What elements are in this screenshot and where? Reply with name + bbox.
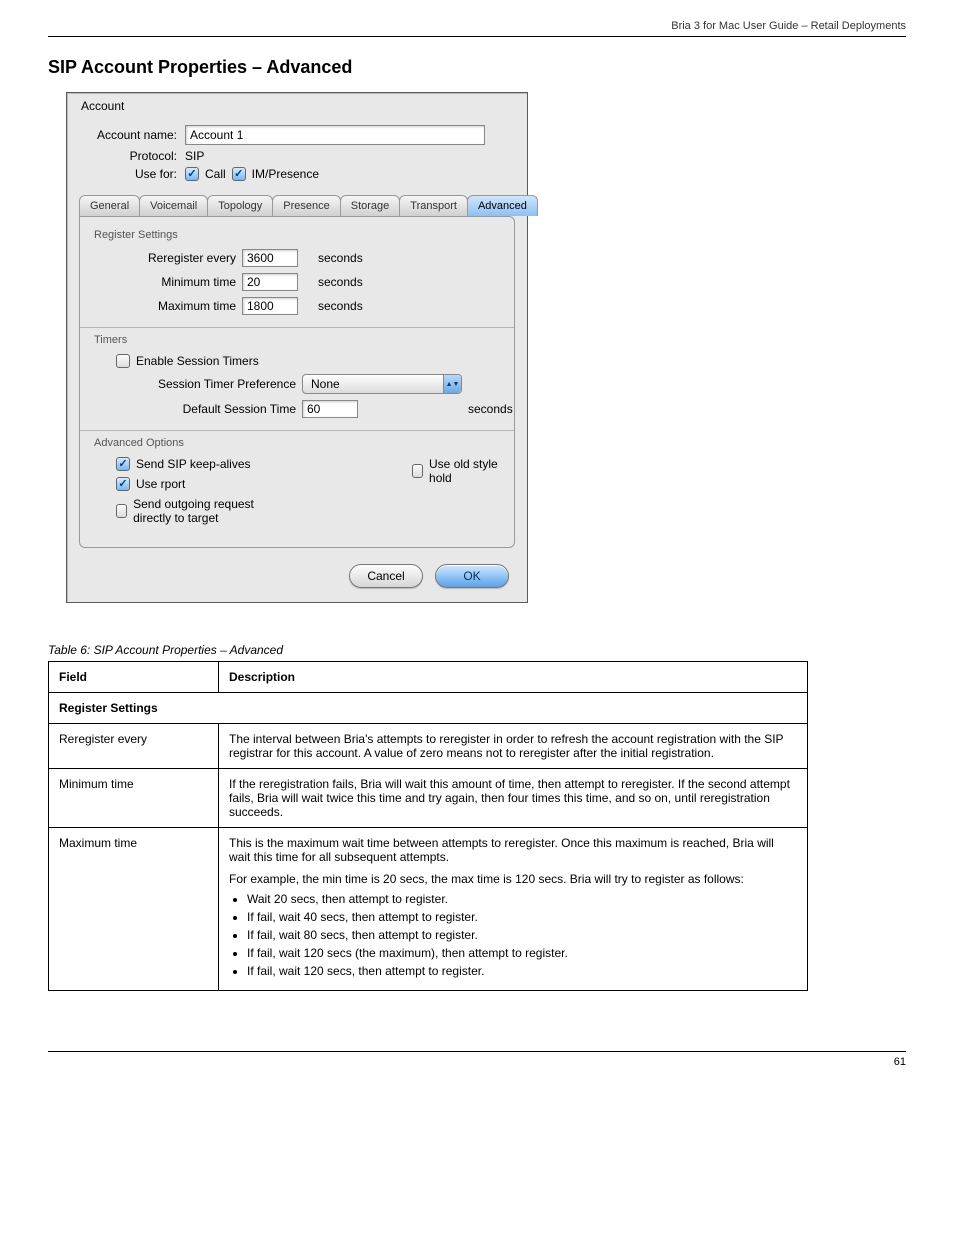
- max-time-unit: seconds: [318, 299, 500, 313]
- table-desc: This is the maximum wait time between at…: [219, 828, 808, 991]
- tab-topology[interactable]: Topology: [207, 195, 273, 216]
- page-number: 61: [48, 1051, 906, 1068]
- direct-checkbox[interactable]: [116, 504, 127, 518]
- default-session-time-label: Default Session Time: [116, 402, 296, 416]
- reregister-unit: seconds: [318, 251, 500, 265]
- tabbar: General Voicemail Topology Presence Stor…: [79, 195, 515, 216]
- table-desc: The interval between Bria's attempts to …: [219, 724, 808, 769]
- cancel-button[interactable]: Cancel: [349, 564, 423, 588]
- default-session-time-unit: seconds: [468, 402, 513, 416]
- min-time-input[interactable]: [242, 273, 298, 291]
- reregister-input[interactable]: [242, 249, 298, 267]
- dialog-title: Account: [67, 93, 527, 115]
- oldhold-label: Use old style hold: [429, 457, 500, 485]
- maxtime-intro: This is the maximum wait time between at…: [229, 836, 797, 864]
- advanced-options-heading: Advanced Options: [94, 437, 500, 449]
- usefor-call-checkbox[interactable]: [185, 167, 199, 181]
- table-field: Minimum time: [49, 769, 219, 828]
- tab-general[interactable]: General: [79, 195, 140, 216]
- table-caption: Table 6: SIP Account Properties – Advanc…: [48, 643, 808, 661]
- table-field: Maximum time: [49, 828, 219, 991]
- table-section-cell: Register Settings: [49, 693, 808, 724]
- rport-label: Use rport: [136, 477, 185, 491]
- timers-heading: Timers: [94, 334, 500, 346]
- usefor-im-label: IM/Presence: [252, 167, 319, 181]
- session-timer-pref-label: Session Timer Preference: [116, 377, 296, 391]
- keepalive-label: Send SIP keep-alives: [136, 457, 251, 471]
- maxtime-example-lead: For example, the min time is 20 secs, th…: [229, 872, 797, 886]
- tab-voicemail[interactable]: Voicemail: [139, 195, 208, 216]
- account-dialog: Account Account name: Protocol: SIP Use …: [66, 92, 528, 603]
- tab-transport[interactable]: Transport: [399, 195, 468, 216]
- table-field: Reregister every: [49, 724, 219, 769]
- direct-label: Send outgoing request directly to target: [133, 497, 292, 525]
- enable-session-timers-checkbox[interactable]: [116, 354, 130, 368]
- list-item: If fail, wait 80 secs, then attempt to r…: [247, 928, 797, 942]
- tab-storage[interactable]: Storage: [340, 195, 401, 216]
- table-row: Maximum time This is the maximum wait ti…: [49, 828, 808, 991]
- list-item: If fail, wait 120 secs (the maximum), th…: [247, 946, 797, 960]
- max-time-input[interactable]: [242, 297, 298, 315]
- oldhold-checkbox[interactable]: [412, 464, 423, 478]
- min-time-label: Minimum time: [116, 275, 236, 289]
- list-item: If fail, wait 40 secs, then attempt to r…: [247, 910, 797, 924]
- ok-button[interactable]: OK: [435, 564, 509, 588]
- min-time-unit: seconds: [318, 275, 500, 289]
- table-section-row: Register Settings: [49, 693, 808, 724]
- sip-advanced-table: Table 6: SIP Account Properties – Advanc…: [48, 643, 808, 991]
- usefor-im-checkbox[interactable]: [232, 167, 246, 181]
- max-time-label: Maximum time: [116, 299, 236, 313]
- session-timer-pref-value: None: [311, 377, 340, 391]
- table-row: Reregister every The interval between Br…: [49, 724, 808, 769]
- col-description: Description: [219, 662, 808, 693]
- tab-advanced[interactable]: Advanced: [467, 195, 538, 216]
- session-timer-pref-select[interactable]: None ▲▼: [302, 374, 462, 394]
- enable-session-timers-label: Enable Session Timers: [136, 354, 259, 368]
- table-desc: If the reregistration fails, Bria will w…: [219, 769, 808, 828]
- table-row: Minimum time If the reregistration fails…: [49, 769, 808, 828]
- usefor-call-label: Call: [205, 167, 226, 181]
- protocol-label: Protocol:: [81, 149, 177, 163]
- section-title: SIP Account Properties – Advanced: [48, 57, 906, 78]
- list-item: If fail, wait 120 secs, then attempt to …: [247, 964, 797, 978]
- register-settings-heading: Register Settings: [94, 229, 500, 241]
- keepalive-checkbox[interactable]: [116, 457, 130, 471]
- running-header: Bria 3 for Mac User Guide – Retail Deplo…: [48, 20, 906, 37]
- default-session-time-input[interactable]: [302, 400, 358, 418]
- tab-presence[interactable]: Presence: [272, 195, 340, 216]
- col-field: Field: [49, 662, 219, 693]
- usefor-label: Use for:: [81, 167, 177, 181]
- tabpanel-advanced: Register Settings Reregister every secon…: [79, 216, 515, 548]
- protocol-value: SIP: [185, 149, 204, 163]
- list-item: Wait 20 secs, then attempt to register.: [247, 892, 797, 906]
- reregister-label: Reregister every: [116, 251, 236, 265]
- chevron-updown-icon: ▲▼: [443, 375, 461, 393]
- rport-checkbox[interactable]: [116, 477, 130, 491]
- account-name-input[interactable]: [185, 125, 485, 145]
- account-name-label: Account name:: [81, 128, 177, 142]
